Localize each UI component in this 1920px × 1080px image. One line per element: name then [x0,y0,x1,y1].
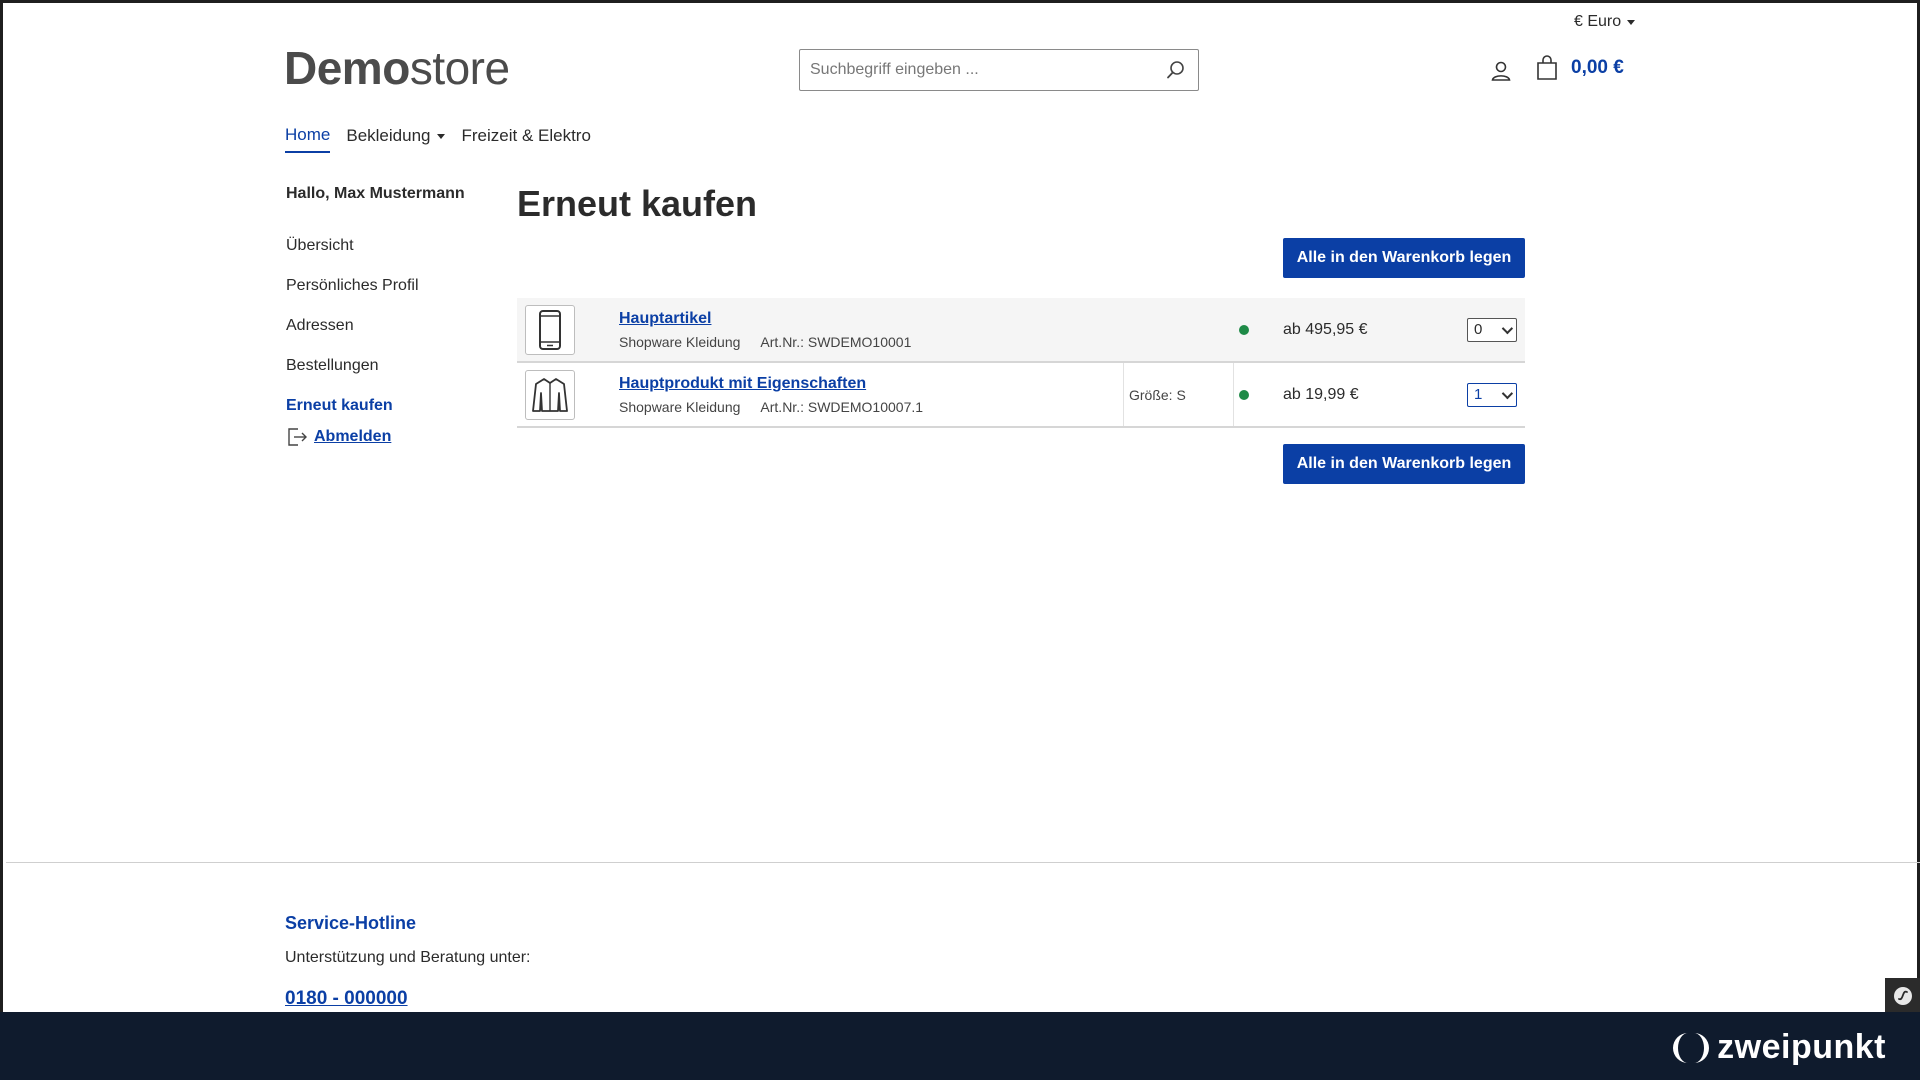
product-name-link[interactable]: Hauptartikel [619,310,1119,328]
product-price: ab 495,95 € [1283,320,1368,338]
product-thumbnail[interactable] [525,304,575,355]
hotline-title: Service-Hotline [285,913,417,933]
account-icon[interactable] [1489,59,1513,83]
table-row: Hauptartikel Shopware Kleidung Art.Nr.: … [517,298,1525,363]
footer-divider [6,862,1920,863]
sidebar-item-overview[interactable]: Übersicht [286,226,486,266]
nav-item-label: Freizeit & Elektro [461,126,591,145]
quantity-select[interactable]: 1 [1467,382,1517,407]
product-meta: Shopware Kleidung Art.Nr.: SWDEMO10001 [619,334,1119,350]
quantity-select[interactable]: 0 [1467,317,1517,342]
product-thumbnail[interactable] [525,369,575,420]
nav-item-freizeit-elektro[interactable]: Freizeit & Elektro [461,125,590,153]
reorder-product-list: Hauptartikel Shopware Kleidung Art.Nr.: … [517,298,1525,428]
main-navigation: Home Bekleidung Freizeit & Elektro [285,125,591,153]
bottom-banner: zweipunkt [0,1012,1920,1080]
sidebar-item-orders[interactable]: Bestellungen [286,346,486,386]
product-variant: Größe: S [1129,386,1186,403]
add-all-to-cart-button[interactable]: Alle in den Warenkorb legen [1283,238,1525,278]
product-name-link[interactable]: Hauptprodukt mit Eigenschaften [619,375,1119,393]
sidebar-item-profile[interactable]: Persönliches Profil [286,266,486,306]
caret-down-icon [1627,19,1636,25]
zweipunkt-mark-icon [1673,1032,1710,1063]
in-stock-indicator [1239,324,1249,335]
logo-bold: Demo [284,42,410,94]
page-title: Erneut kaufen [517,183,758,224]
product-sku: Art.Nr.: SWDEMO10001 [760,333,912,350]
product-sku: Art.Nr.: SWDEMO10007.1 [760,398,924,415]
caret-down-icon [437,133,446,139]
account-sidebar: Hallo, Max Mustermann Übersicht Persönli… [286,185,486,448]
search-input[interactable] [800,50,1154,90]
search-icon [1167,61,1184,79]
table-row: Hauptprodukt mit Eigenschaften Shopware … [517,363,1525,428]
nav-item-label: Home [285,125,331,144]
nav-item-label: Bekleidung [346,126,431,145]
cart-total: 0,00 € [1571,57,1624,78]
brand-name: zweipunkt [1717,1028,1886,1066]
nav-item-home[interactable]: Home [285,125,331,153]
logout-label: Abmelden [314,428,392,445]
hotline-subtitle: Unterstützung und Beratung unter: [285,949,531,966]
sidebar-item-reorder[interactable]: Erneut kaufen [286,386,486,426]
store-logo[interactable]: Demostore [284,41,510,95]
column-divider [1123,363,1124,426]
product-manufacturer: Shopware Kleidung [619,398,741,415]
logo-light: store [409,42,510,94]
logout-icon [288,428,307,446]
chevron-down-icon [1501,322,1514,334]
sidebar-item-addresses[interactable]: Adressen [286,306,486,346]
add-all-to-cart-button[interactable]: Alle in den Warenkorb legen [1283,444,1525,484]
quantity-value: 0 [1474,321,1483,338]
product-info: Hauptprodukt mit Eigenschaften Shopware … [619,375,1119,415]
nav-item-bekleidung[interactable]: Bekleidung [346,125,446,153]
browser-viewport: € Euro Demostore 0,00 € Home Bekleidung [0,0,1920,1014]
symfony-icon [1894,987,1912,1005]
currency-switcher[interactable]: € Euro [1574,13,1636,31]
hotline-phone-link[interactable]: 0180 - 000000 [285,988,408,1010]
chevron-down-icon [1501,387,1514,399]
currency-label: € Euro [1574,13,1622,30]
product-meta: Shopware Kleidung Art.Nr.: SWDEMO10007.1 [619,399,1119,415]
column-divider [1233,363,1234,426]
search-button[interactable] [1154,50,1198,90]
account-greeting: Hallo, Max Mustermann [286,185,465,202]
toolbar-toggle-button[interactable] [1885,978,1920,1014]
smartphone-icon [539,309,561,350]
in-stock-indicator [1239,389,1249,400]
zweipunkt-logo: zweipunkt [1671,1028,1886,1067]
shopping-bag-icon [1537,55,1557,80]
product-price: ab 19,99 € [1283,385,1359,403]
logout-link[interactable]: Abmelden [286,426,486,448]
product-info: Hauptartikel Shopware Kleidung Art.Nr.: … [619,310,1119,350]
product-manufacturer: Shopware Kleidung [619,333,741,350]
cart-button[interactable]: 0,00 € [1535,55,1624,81]
search-bar [799,49,1199,91]
quantity-value: 1 [1474,386,1483,403]
jacket-icon [532,377,568,412]
